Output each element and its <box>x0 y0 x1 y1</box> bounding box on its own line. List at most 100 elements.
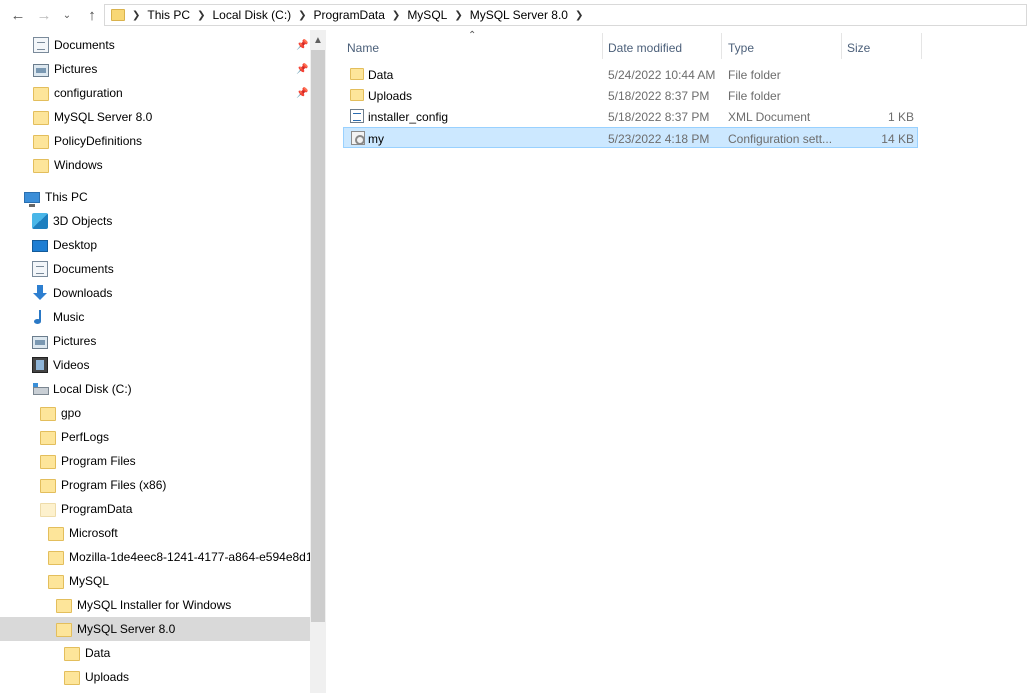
nav-item-label: Desktop <box>53 238 98 252</box>
nav-item-label: Pictures <box>53 334 97 348</box>
folder-icon <box>48 574 64 589</box>
nav-item-pictures-quick[interactable]: Pictures 📌 <box>0 57 310 81</box>
nav-item-label: MySQL Installer for Windows <box>77 598 232 612</box>
file-row-data[interactable]: Data 5/24/2022 10:44 AM File folder <box>343 64 918 85</box>
nav-item-program-files[interactable]: Program Files <box>0 449 310 473</box>
nav-item-label: Program Files <box>61 454 136 468</box>
column-header-type[interactable]: Type <box>722 33 842 63</box>
breadcrumb-this-pc[interactable]: This PC <box>141 8 196 22</box>
nav-item-label: gpo <box>61 406 82 420</box>
nav-item-label: PolicyDefinitions <box>54 134 143 148</box>
forward-arrow-icon[interactable]: → <box>34 5 54 25</box>
pictures-icon <box>32 335 48 349</box>
nav-item-mysql-server[interactable]: MySQL Server 8.0 <box>0 617 310 641</box>
file-row-uploads[interactable]: Uploads 5/18/2022 8:37 PM File folder <box>343 85 918 106</box>
nav-item-label: This PC <box>45 190 88 204</box>
chevron-right-icon[interactable]: ❯ <box>453 10 463 21</box>
nav-item-mozilla[interactable]: Mozilla-1de4eec8-1241-4177-a864-e594e8d1… <box>0 545 310 569</box>
up-arrow-icon[interactable]: ↑ <box>82 5 102 25</box>
nav-item-label: Windows <box>54 158 103 172</box>
chevron-right-icon[interactable]: ❯ <box>391 10 401 21</box>
file-row-my[interactable]: my 5/23/2022 4:18 PM Configuration sett.… <box>343 127 918 148</box>
column-header-name[interactable]: Name <box>341 33 603 63</box>
nav-item-policydefinitions[interactable]: PolicyDefinitions <box>0 129 310 153</box>
nav-item-label: PerfLogs <box>61 430 110 444</box>
chevron-right-icon[interactable]: ❯ <box>574 10 584 21</box>
breadcrumb-mysql[interactable]: MySQL <box>401 8 453 22</box>
column-header-size[interactable]: Size <box>841 33 921 63</box>
nav-scrollbar-thumb[interactable] <box>311 50 325 622</box>
breadcrumb-local-disk[interactable]: Local Disk (C:) <box>206 8 297 22</box>
file-size: 14 KB <box>881 131 914 146</box>
nav-item-perflogs[interactable]: PerfLogs <box>0 425 310 449</box>
3d-objects-icon <box>32 213 48 229</box>
nav-item-label: Downloads <box>53 286 113 300</box>
nav-item-local-disk[interactable]: Local Disk (C:) <box>0 377 310 401</box>
nav-item-label: Mozilla-1de4eec8-1241-4177-a864-e594e8d1… <box>69 550 310 564</box>
folder-icon <box>111 9 125 21</box>
folder-icon <box>40 430 56 445</box>
nav-item-label: Data <box>85 646 111 660</box>
nav-item-documents-quick[interactable]: Documents 📌 <box>0 33 310 57</box>
videos-icon <box>32 357 48 373</box>
breadcrumb-programdata[interactable]: ProgramData <box>308 8 391 22</box>
nav-item-label: Local Disk (C:) <box>53 382 132 396</box>
nav-item-videos[interactable]: Videos <box>0 353 310 377</box>
nav-item-program-files-x86[interactable]: Program Files (x86) <box>0 473 310 497</box>
file-row-installer-config[interactable]: installer_config 5/18/2022 8:37 PM XML D… <box>343 106 918 127</box>
nav-item-data[interactable]: Data <box>0 641 310 665</box>
scroll-up-arrow-icon[interactable]: ▲ <box>310 32 326 48</box>
nav-item-label: Microsoft <box>69 526 118 540</box>
nav-item-music[interactable]: Music <box>0 305 310 329</box>
documents-icon <box>32 261 48 277</box>
nav-item-windows[interactable]: Windows <box>0 153 310 177</box>
downloads-icon <box>32 285 48 301</box>
nav-item-label: MySQL <box>69 574 110 588</box>
nav-item-3d-objects[interactable]: 3D Objects <box>0 209 310 233</box>
nav-item-configuration[interactable]: configuration 📌 <box>0 81 310 105</box>
address-bar[interactable]: ❯ This PC ❯ Local Disk (C:) ❯ ProgramDat… <box>104 4 1027 26</box>
desktop-icon <box>32 240 48 252</box>
back-arrow-icon[interactable]: ← <box>8 5 28 25</box>
pin-icon: 📌 <box>296 39 309 51</box>
nav-item-mysql-installer[interactable]: MySQL Installer for Windows <box>0 593 310 617</box>
chevron-right-icon[interactable]: ❯ <box>131 10 141 21</box>
nav-item-label: Documents <box>53 262 114 276</box>
nav-item-label: Music <box>53 310 85 324</box>
nav-item-label: configuration <box>54 86 123 100</box>
folder-icon <box>33 158 49 173</box>
column-divider[interactable] <box>921 33 922 59</box>
pin-icon: 📌 <box>296 63 309 75</box>
folder-icon <box>48 550 64 565</box>
folder-icon <box>40 454 56 469</box>
file-name: Uploads <box>368 88 413 103</box>
nav-item-microsoft[interactable]: Microsoft <box>0 521 310 545</box>
file-type: File folder <box>728 88 781 103</box>
folder-icon <box>40 478 56 493</box>
recent-locations-chevron-icon[interactable]: ⌄ <box>60 5 74 25</box>
chevron-right-icon[interactable]: ❯ <box>297 10 307 21</box>
file-size: 1 KB <box>887 109 914 124</box>
nav-item-documents[interactable]: Documents <box>0 257 310 281</box>
documents-icon <box>33 37 49 53</box>
nav-item-desktop[interactable]: Desktop <box>0 233 310 257</box>
computer-icon <box>24 192 40 207</box>
nav-item-downloads[interactable]: Downloads <box>0 281 310 305</box>
nav-item-this-pc[interactable]: This PC <box>0 185 310 209</box>
pin-icon: 📌 <box>296 87 309 99</box>
nav-item-programdata[interactable]: ProgramData <box>0 497 310 521</box>
chevron-right-icon[interactable]: ❯ <box>196 10 206 21</box>
breadcrumb-mysql-server[interactable]: MySQL Server 8.0 <box>464 8 574 22</box>
file-name: installer_config <box>368 109 449 124</box>
folder-icon <box>40 406 56 421</box>
nav-item-uploads[interactable]: Uploads <box>0 665 310 689</box>
nav-item-pictures[interactable]: Pictures <box>0 329 310 353</box>
nav-item-gpo[interactable]: gpo <box>0 401 310 425</box>
navigation-pane: Documents 📌 Pictures 📌 configuration 📌 M… <box>0 30 310 693</box>
nav-item-label: Pictures <box>54 62 98 76</box>
nav-item-mysql-server-quick[interactable]: MySQL Server 8.0 <box>0 105 310 129</box>
configuration-file-icon <box>351 131 365 145</box>
column-header-date-modified[interactable]: Date modified <box>602 33 722 63</box>
file-date-modified: 5/23/2022 4:18 PM <box>608 131 710 146</box>
nav-item-mysql[interactable]: MySQL <box>0 569 310 593</box>
